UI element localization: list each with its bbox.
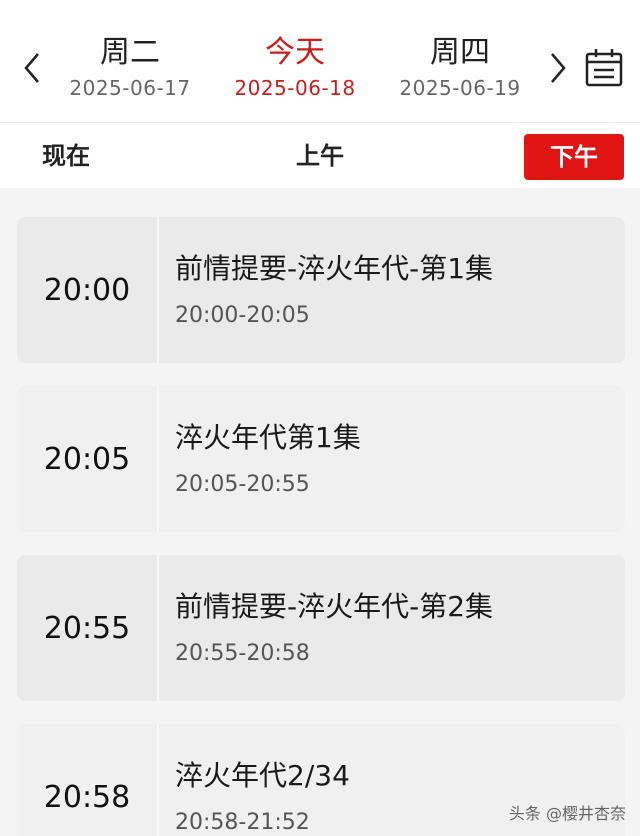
card-divider <box>157 217 159 363</box>
program-start-time: 20:05 <box>43 441 131 477</box>
program-time-range: 20:58-21:52 <box>175 810 310 835</box>
program-time-range: 20:05-20:55 <box>175 472 310 497</box>
program-time-range: 20:55-20:58 <box>175 641 310 666</box>
program-title: 淬火年代第1集 <box>175 421 361 454</box>
program-title: 前情提要-淬火年代-第2集 <box>175 590 494 623</box>
date-label: 2025-06-18 <box>234 76 356 100</box>
card-divider <box>157 386 159 532</box>
weekday-label: 今天 <box>265 35 325 70</box>
previous-day-button[interactable] <box>17 46 47 90</box>
chevron-left-icon <box>24 53 39 83</box>
program-time-range: 20:00-20:05 <box>175 303 310 328</box>
day-tab-next[interactable]: 周四 2025-06-19 <box>380 34 540 102</box>
card-divider <box>157 555 159 701</box>
date-navigator: 周二 2025-06-17 今天 2025-06-18 周四 2025-06-1… <box>0 0 640 122</box>
program-start-time: 20:58 <box>43 779 131 815</box>
date-label: 2025-06-17 <box>69 76 191 100</box>
program-list: 20:00 前情提要-淬火年代-第1集 20:00-20:05 20:05 淬火… <box>0 188 640 836</box>
time-period-tabs: 现在 上午 下午 <box>0 122 640 188</box>
card-divider <box>157 724 159 836</box>
date-label: 2025-06-19 <box>399 76 521 100</box>
program-title: 淬火年代2/34 <box>175 759 350 792</box>
tab-morning[interactable]: 上午 <box>296 140 344 172</box>
program-card[interactable]: 20:55 前情提要-淬火年代-第2集 20:55-20:58 <box>17 555 625 701</box>
calendar-icon <box>585 49 623 87</box>
next-day-button[interactable] <box>543 46 573 90</box>
program-card[interactable]: 20:05 淬火年代第1集 20:05-20:55 <box>17 386 625 532</box>
tab-now[interactable]: 现在 <box>42 140 90 172</box>
day-tab-today[interactable]: 今天 2025-06-18 <box>215 34 375 102</box>
chevron-right-icon <box>551 53 566 83</box>
program-start-time: 20:55 <box>43 610 131 646</box>
calendar-button[interactable] <box>582 44 626 90</box>
program-card[interactable]: 20:00 前情提要-淬火年代-第1集 20:00-20:05 <box>17 217 625 363</box>
program-title: 前情提要-淬火年代-第1集 <box>175 252 494 285</box>
weekday-label: 周二 <box>100 35 160 70</box>
watermark-text: 头条 @樱井杏奈 <box>508 804 626 823</box>
tab-afternoon[interactable]: 下午 <box>524 134 624 180</box>
program-start-time: 20:00 <box>43 272 131 308</box>
weekday-label: 周四 <box>430 35 490 70</box>
day-tab-prev[interactable]: 周二 2025-06-17 <box>50 34 210 102</box>
